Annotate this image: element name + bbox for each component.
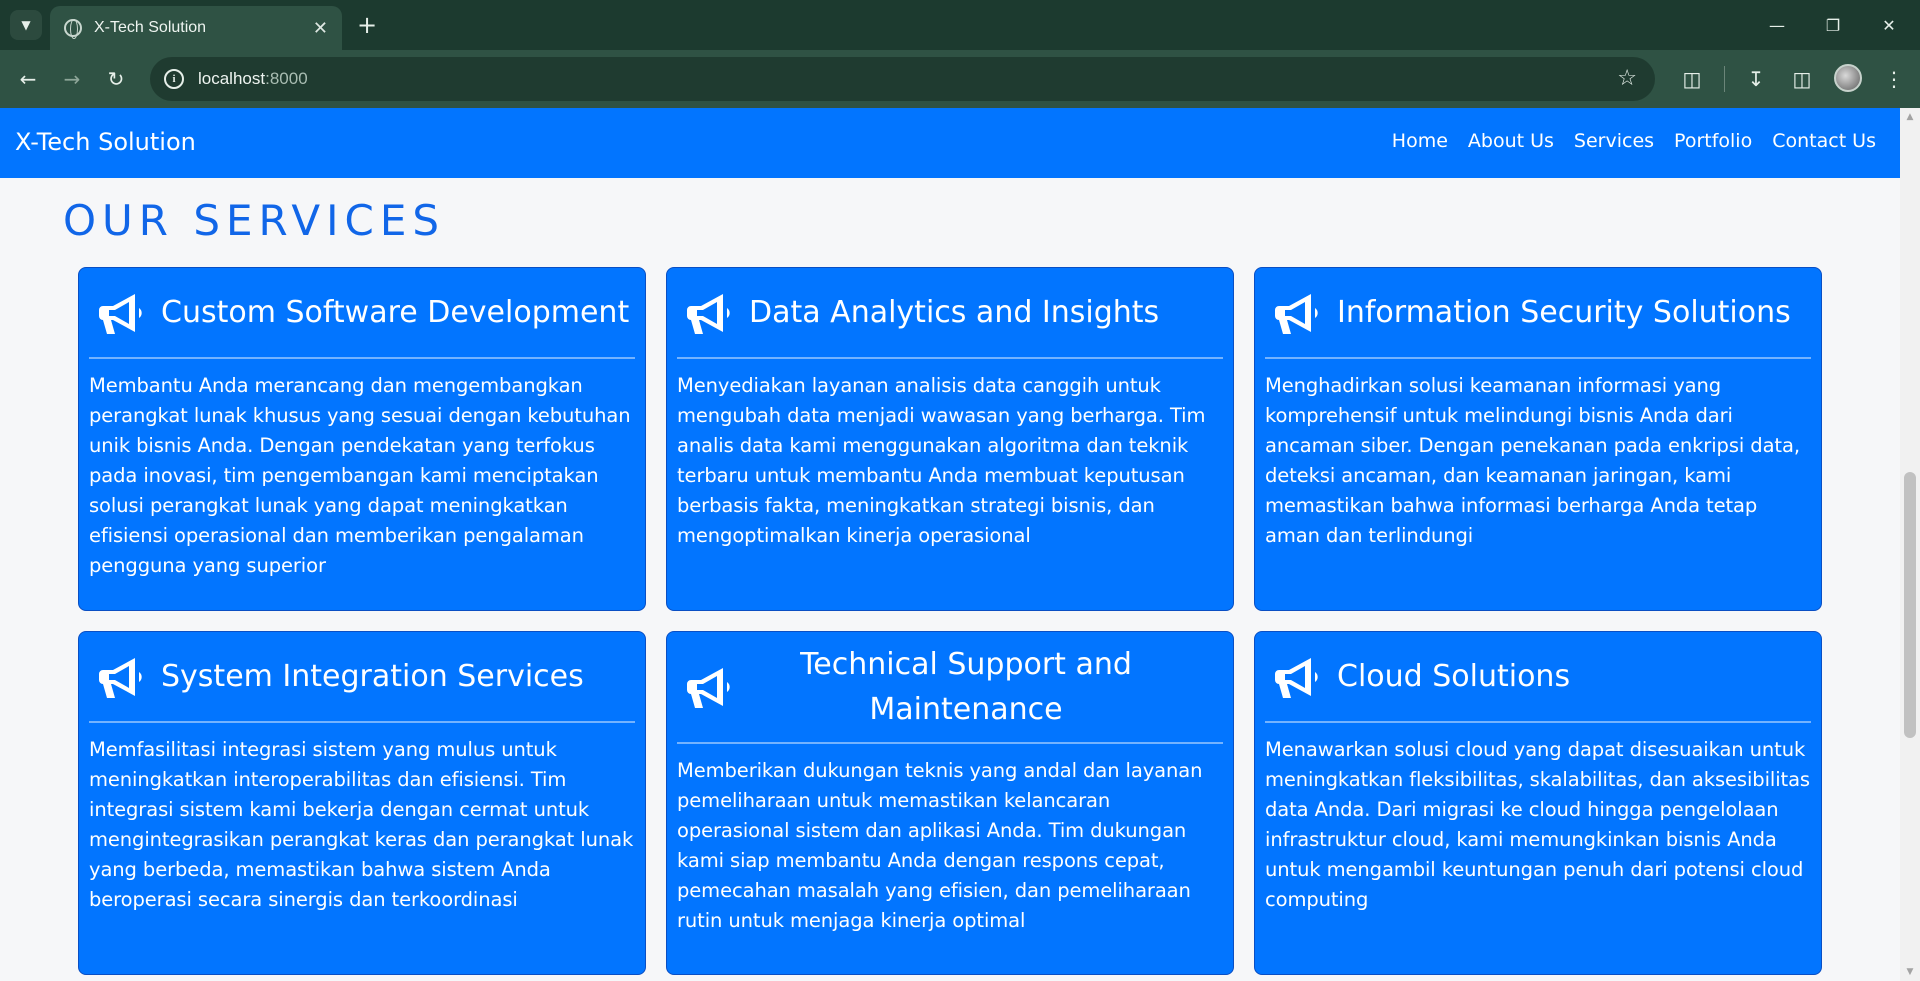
scroll-up-arrow-icon[interactable]: ▲	[1905, 112, 1915, 122]
service-card-header: Technical Support and Maintenance	[677, 632, 1223, 744]
service-card: Custom Software Development Membantu And…	[78, 267, 646, 611]
service-card: Technical Support and Maintenance Member…	[666, 631, 1234, 975]
service-card-header: System Integration Services	[89, 632, 635, 723]
address-bar[interactable]: i localhost:8000 ☆	[150, 57, 1655, 101]
services-grid: Custom Software Development Membantu And…	[78, 267, 1822, 975]
megaphone-icon	[687, 293, 730, 334]
service-description: Menawarkan solusi cloud yang dapat dises…	[1265, 738, 1810, 911]
nav-link-about-us[interactable]: About Us	[1468, 130, 1554, 152]
nav-link-portfolio[interactable]: Portfolio	[1674, 130, 1752, 152]
site-info-icon[interactable]: i	[164, 69, 184, 89]
reload-icon: ↻	[107, 67, 125, 91]
service-description: Memberikan dukungan teknis yang andal da…	[677, 759, 1203, 932]
arrow-right-icon: →	[63, 67, 81, 91]
close-tab-icon[interactable]: ✕	[313, 18, 328, 39]
service-card: System Integration Services Memfasilitas…	[78, 631, 646, 975]
bookmark-star-icon[interactable]: ☆	[1617, 66, 1637, 91]
tab-title: X-Tech Solution	[94, 19, 207, 36]
nav-link-home[interactable]: Home	[1392, 130, 1448, 152]
minimize-button[interactable]: —	[1752, 8, 1802, 42]
service-description: Membantu Anda merancang dan mengembangka…	[89, 374, 631, 577]
browser-tab-bar: ▼ X-Tech Solution ✕ + — ❐ ✕	[0, 0, 1920, 50]
tab-search-button[interactable]: ▼	[10, 10, 42, 40]
megaphone-icon	[1275, 657, 1318, 698]
download-icon[interactable]: ↧	[1740, 63, 1772, 95]
web-page: X-Tech Solution Home About Us Services P…	[0, 108, 1900, 981]
service-card: Cloud Solutions Menawarkan solusi cloud …	[1254, 631, 1822, 975]
nav-link-contact-us[interactable]: Contact Us	[1772, 130, 1876, 152]
service-title: Cloud Solutions	[1337, 659, 1571, 694]
reload-button[interactable]: ↻	[100, 63, 132, 95]
service-description: Menghadirkan solusi keamanan informasi y…	[1265, 374, 1800, 547]
service-description: Memfasilitasi integrasi sistem yang mulu…	[89, 738, 634, 911]
site-brand[interactable]: X-Tech Solution	[15, 128, 196, 156]
extensions-icon[interactable]: ◫	[1676, 63, 1708, 95]
new-tab-button[interactable]: +	[352, 10, 382, 40]
service-card: Information Security Solutions Menghadir…	[1254, 267, 1822, 611]
scroll-down-arrow-icon[interactable]: ▼	[1905, 967, 1915, 977]
service-title: System Integration Services	[161, 659, 584, 694]
service-card-header: Data Analytics and Insights	[677, 268, 1223, 359]
browser-toolbar: ← → ↻ i localhost:8000 ☆ ◫ ↧ ◫ ⋮	[0, 50, 1920, 108]
forward-button[interactable]: →	[56, 63, 88, 95]
side-panel-icon[interactable]: ◫	[1786, 63, 1818, 95]
profile-avatar[interactable]	[1834, 64, 1862, 92]
nav-link-services[interactable]: Services	[1574, 130, 1654, 152]
globe-icon	[64, 19, 82, 39]
restore-button[interactable]: ❐	[1808, 8, 1858, 42]
nav-links: Home About Us Services Portfolio Contact…	[1392, 130, 1876, 152]
chevron-down-icon: ▼	[21, 18, 31, 32]
site-navbar: X-Tech Solution Home About Us Services P…	[0, 108, 1900, 178]
service-card-header: Information Security Solutions	[1265, 268, 1811, 359]
url-text: localhost:8000	[198, 69, 308, 88]
close-window-button[interactable]: ✕	[1864, 8, 1914, 42]
toolbar-divider	[1724, 66, 1725, 92]
scroll-thumb[interactable]	[1904, 472, 1916, 738]
page-scrollbar[interactable]: ▲ ▼	[1900, 108, 1920, 981]
service-title: Information Security Solutions	[1337, 295, 1791, 330]
megaphone-icon	[99, 293, 142, 334]
service-card-header: Custom Software Development	[89, 268, 635, 359]
section-title: OUR SERVICES	[63, 196, 446, 245]
arrow-left-icon: ←	[19, 67, 37, 91]
browser-tab[interactable]: X-Tech Solution ✕	[50, 6, 342, 50]
service-card-header: Cloud Solutions	[1265, 632, 1811, 723]
megaphone-icon	[687, 668, 730, 708]
service-title: Technical Support and Maintenance	[800, 647, 1132, 727]
back-button[interactable]: ←	[12, 63, 44, 95]
service-title: Custom Software Development	[161, 295, 630, 330]
megaphone-icon	[1275, 293, 1318, 334]
service-card: Data Analytics and Insights Menyediakan …	[666, 267, 1234, 611]
service-description: Menyediakan layanan analisis data canggi…	[677, 374, 1206, 547]
menu-dots-icon[interactable]: ⋮	[1878, 63, 1910, 95]
megaphone-icon	[99, 657, 142, 698]
service-title: Data Analytics and Insights	[749, 295, 1160, 330]
